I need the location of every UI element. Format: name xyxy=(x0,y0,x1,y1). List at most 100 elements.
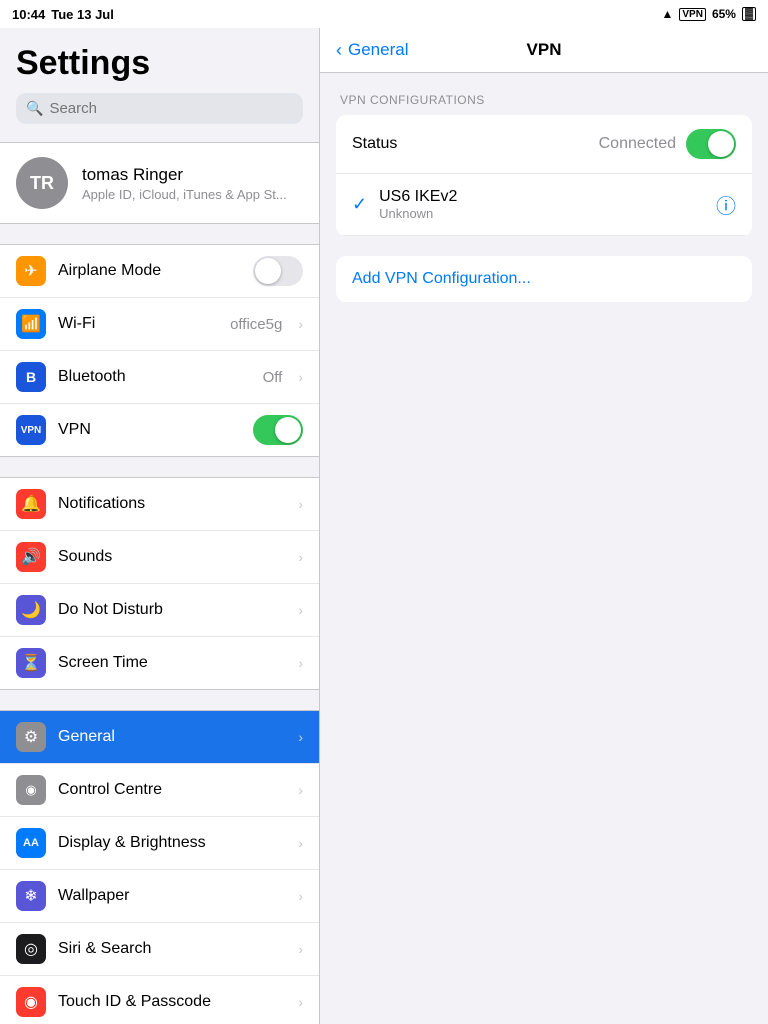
status-label: Status xyxy=(352,135,599,153)
sidebar-item-notifications[interactable]: 🔔 Notifications › xyxy=(0,478,319,531)
donotdisturb-chevron-icon: › xyxy=(298,602,303,618)
vpn-label: VPN xyxy=(58,421,241,439)
screentime-chevron-icon: › xyxy=(298,655,303,671)
sidebar-item-general[interactable]: ⚙ General › xyxy=(0,711,319,764)
general-icon: ⚙ xyxy=(16,722,46,752)
sidebar-item-siri[interactable]: ◎ Siri & Search › xyxy=(0,923,319,976)
sidebar-item-screentime[interactable]: ⏳ Screen Time › xyxy=(0,637,319,689)
sidebar-item-touchid[interactable]: ◉ Touch ID & Passcode › xyxy=(0,976,319,1024)
sounds-label: Sounds xyxy=(58,548,286,566)
sidebar-item-donotdisturb[interactable]: 🌙 Do Not Disturb › xyxy=(0,584,319,637)
sidebar: Settings 🔍 TR tomas Ringer Apple ID, iCl… xyxy=(0,28,320,1024)
sounds-icon: 🔊 xyxy=(16,542,46,572)
back-chevron-icon: ‹ xyxy=(336,41,342,59)
avatar: TR xyxy=(16,157,68,209)
vpn-section-label: VPN CONFIGURATIONS xyxy=(336,93,752,107)
vpn-toggle[interactable] xyxy=(253,415,303,445)
sidebar-header: Settings 🔍 xyxy=(0,28,319,132)
vpn-config-row[interactable]: ✓ US6 IKEv2 Unknown ⓘ xyxy=(336,174,752,236)
notifications-group: 🔔 Notifications › 🔊 Sounds › 🌙 Do Not Di… xyxy=(0,477,319,690)
vpn-status-card: Status Connected ✓ US6 IKEv2 Unknown ⓘ xyxy=(336,115,752,236)
system-group: ⚙ General › ◉ Control Centre › AA Displa… xyxy=(0,710,319,1024)
sidebar-item-bluetooth[interactable]: B Bluetooth Off › xyxy=(0,351,319,404)
touchid-chevron-icon: › xyxy=(298,994,303,1010)
user-info: tomas Ringer Apple ID, iCloud, iTunes & … xyxy=(82,165,287,202)
add-vpn-card: Add VPN Configuration... xyxy=(336,256,752,302)
sounds-chevron-icon: › xyxy=(298,549,303,565)
sidebar-item-display[interactable]: AA Display & Brightness › xyxy=(0,817,319,870)
controlcentre-icon: ◉ xyxy=(16,775,46,805)
vpn-status-toggle-thumb xyxy=(708,131,734,157)
vpn-status-row: Status Connected xyxy=(336,115,752,174)
general-label: General xyxy=(58,728,286,746)
bluetooth-icon: B xyxy=(16,362,46,392)
screentime-label: Screen Time xyxy=(58,654,286,672)
bluetooth-value: Off xyxy=(263,369,283,386)
user-profile[interactable]: TR tomas Ringer Apple ID, iCloud, iTunes… xyxy=(0,142,319,224)
wifi-icon: ▲ xyxy=(661,7,673,21)
vpn-config-info: US6 IKEv2 Unknown xyxy=(379,188,716,221)
vpn-config-name: US6 IKEv2 xyxy=(379,188,716,206)
wallpaper-chevron-icon: › xyxy=(298,888,303,904)
wifi-chevron-icon: › xyxy=(298,316,303,332)
sidebar-item-sounds[interactable]: 🔊 Sounds › xyxy=(0,531,319,584)
siri-icon: ◎ xyxy=(16,934,46,964)
wifi-settings-icon: 📶 xyxy=(16,309,46,339)
bluetooth-label: Bluetooth xyxy=(58,368,251,386)
status-bar: 10:44 Tue 13 Jul ▲ VPN 65% ▓ xyxy=(0,0,768,28)
touchid-label: Touch ID & Passcode xyxy=(58,993,286,1011)
sidebar-item-airplane[interactable]: ✈ Airplane Mode xyxy=(0,245,319,298)
airplane-toggle-thumb xyxy=(255,258,281,284)
user-name: tomas Ringer xyxy=(82,165,287,185)
display-icon: AA xyxy=(16,828,46,858)
donotdisturb-label: Do Not Disturb xyxy=(58,601,286,619)
wifi-label: Wi-Fi xyxy=(58,315,218,333)
search-icon: 🔍 xyxy=(26,100,43,117)
vpn-config-sub: Unknown xyxy=(379,206,716,221)
battery-percent: 65% xyxy=(712,7,736,21)
connectivity-group: ✈ Airplane Mode 📶 Wi-Fi office5g › B Blu… xyxy=(0,244,319,457)
add-vpn-button[interactable]: Add VPN Configuration... xyxy=(336,256,752,302)
vpn-back-button[interactable]: ‹ General xyxy=(336,40,408,60)
status-value: Connected xyxy=(599,135,676,153)
notifications-label: Notifications xyxy=(58,495,286,513)
sidebar-item-wallpaper[interactable]: ❄ Wallpaper › xyxy=(0,870,319,923)
search-bar[interactable]: 🔍 xyxy=(16,93,303,124)
vpn-settings-icon: VPN xyxy=(16,415,46,445)
sidebar-item-controlcentre[interactable]: ◉ Control Centre › xyxy=(0,764,319,817)
siri-chevron-icon: › xyxy=(298,941,303,957)
vpn-title: VPN xyxy=(527,40,562,60)
donotdisturb-icon: 🌙 xyxy=(16,595,46,625)
sidebar-title: Settings xyxy=(16,44,303,83)
notifications-chevron-icon: › xyxy=(298,496,303,512)
status-time: 10:44 xyxy=(12,7,45,22)
vpn-check-icon: ✓ xyxy=(352,194,367,215)
vpn-toggle-thumb xyxy=(275,417,301,443)
battery-icon: ▓ xyxy=(742,7,756,21)
screentime-icon: ⏳ xyxy=(16,648,46,678)
notifications-icon: 🔔 xyxy=(16,489,46,519)
display-label: Display & Brightness xyxy=(58,834,286,852)
sidebar-item-vpn[interactable]: VPN VPN xyxy=(0,404,319,456)
sidebar-item-wifi[interactable]: 📶 Wi-Fi office5g › xyxy=(0,298,319,351)
vpn-panel: ‹ General VPN VPN CONFIGURATIONS Status … xyxy=(320,28,768,1024)
vpn-status-toggle[interactable] xyxy=(686,129,736,159)
general-chevron-icon: › xyxy=(298,729,303,745)
airplane-label: Airplane Mode xyxy=(58,262,241,280)
wallpaper-icon: ❄ xyxy=(16,881,46,911)
vpn-nav-bar: ‹ General VPN xyxy=(320,28,768,73)
back-label: General xyxy=(348,40,408,60)
vpn-info-icon[interactable]: ⓘ xyxy=(716,190,736,219)
status-date: Tue 13 Jul xyxy=(51,7,114,22)
controlcentre-chevron-icon: › xyxy=(298,782,303,798)
wifi-value: office5g xyxy=(230,316,282,333)
search-input[interactable] xyxy=(49,100,293,117)
vpn-content: VPN CONFIGURATIONS Status Connected ✓ US… xyxy=(320,73,768,342)
controlcentre-label: Control Centre xyxy=(58,781,286,799)
siri-label: Siri & Search xyxy=(58,940,286,958)
airplane-icon: ✈ xyxy=(16,256,46,286)
vpn-badge: VPN xyxy=(679,8,706,21)
touchid-icon: ◉ xyxy=(16,987,46,1017)
display-chevron-icon: › xyxy=(298,835,303,851)
airplane-toggle[interactable] xyxy=(253,256,303,286)
